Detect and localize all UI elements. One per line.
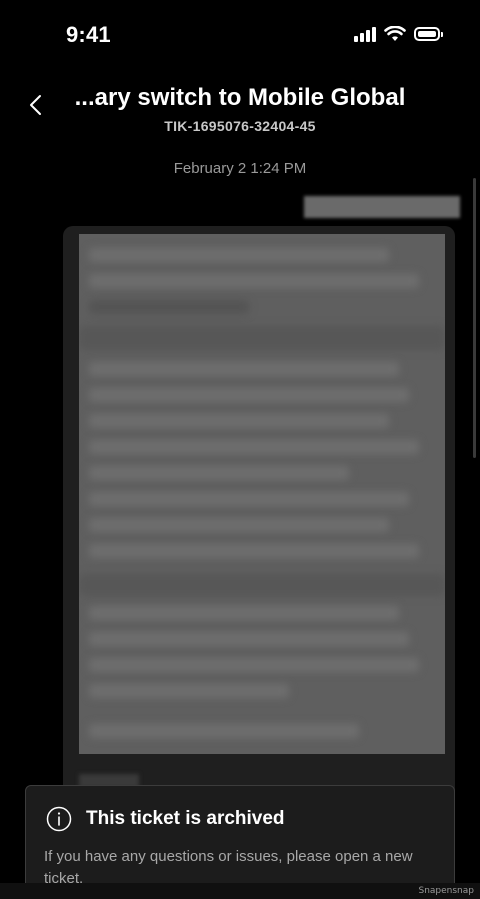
message-date: February 2 1:24 PM <box>173 160 307 177</box>
message-card <box>63 226 455 826</box>
archived-title: This ticket is archived <box>86 808 285 829</box>
ticket-id: TIK-1695076-32404-45 <box>164 118 316 134</box>
status-time: 9:41 <box>66 22 111 47</box>
battery-icon <box>414 27 443 41</box>
redacted-sender <box>304 196 460 218</box>
archived-banner: This ticket is archived If you have any … <box>25 785 455 899</box>
status-bar: 9:41 <box>0 0 480 70</box>
page-title: ...ary switch to Mobile Global <box>74 84 406 111</box>
info-icon <box>46 806 72 832</box>
bottom-bar <box>0 883 480 899</box>
cellular-signal-icon <box>354 26 376 42</box>
status-icons <box>354 26 443 42</box>
ticket-header: ...ary switch to Mobile Global TIK-16950… <box>0 78 480 148</box>
wifi-icon <box>384 26 406 41</box>
watermark: Snapensnap <box>418 886 474 896</box>
scrollbar[interactable] <box>473 178 476 458</box>
redacted-message-content <box>79 234 445 754</box>
